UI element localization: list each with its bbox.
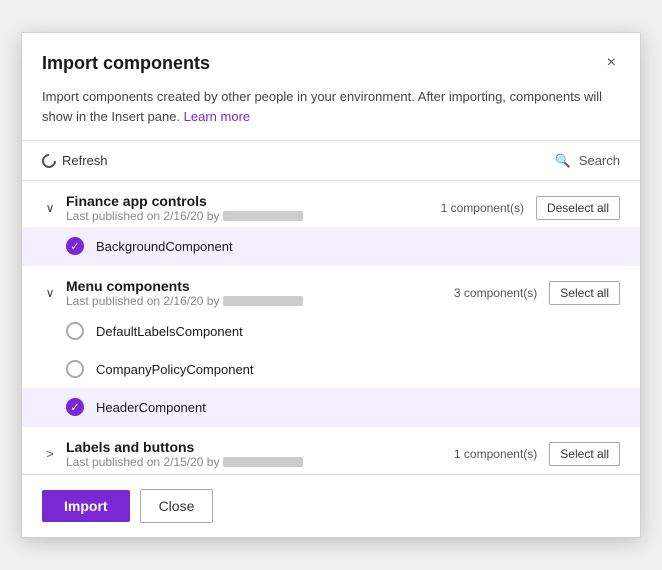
section-title-labels: Labels and buttons bbox=[66, 439, 446, 455]
chevron-menu[interactable]: ∨ bbox=[42, 286, 58, 300]
section-info-finance: Finance app controlsLast published on 2/… bbox=[66, 193, 433, 223]
section-actions-finance: 1 component(s) Deselect all bbox=[441, 196, 620, 220]
select-all-button-labels[interactable]: Select all bbox=[549, 442, 620, 466]
author-blurred bbox=[223, 457, 303, 467]
section-header-finance: ∨ Finance app controlsLast published on 2… bbox=[22, 181, 640, 227]
modal-description: Import components created by other peopl… bbox=[22, 87, 640, 140]
search-label: Search bbox=[579, 153, 620, 168]
component-item-companypolicycomponent[interactable]: CompanyPolicyComponent bbox=[22, 350, 640, 388]
modal-header: Import components × bbox=[22, 33, 640, 87]
component-name-headercomponent: HeaderComponent bbox=[96, 400, 206, 415]
refresh-label: Refresh bbox=[62, 153, 108, 168]
component-name-defaultlabelscomponent: DefaultLabelsComponent bbox=[96, 324, 243, 339]
section-actions-menu: 3 component(s) Select all bbox=[454, 281, 620, 305]
deselect-all-button-finance[interactable]: Deselect all bbox=[536, 196, 620, 220]
chevron-labels[interactable]: > bbox=[42, 447, 58, 461]
toolbar: Refresh 🔍 Search bbox=[22, 140, 640, 181]
section-menu: ∨ Menu componentsLast published on 2/16/2… bbox=[22, 266, 640, 427]
import-button[interactable]: Import bbox=[42, 490, 130, 522]
component-count-finance: 1 component(s) bbox=[441, 201, 524, 215]
checkbox-checked-icon: ✓ bbox=[66, 237, 84, 255]
select-all-button-menu[interactable]: Select all bbox=[549, 281, 620, 305]
chevron-finance[interactable]: ∨ bbox=[42, 201, 58, 215]
section-subtitle-menu: Last published on 2/16/20 by bbox=[66, 294, 446, 308]
section-actions-labels: 1 component(s) Select all bbox=[454, 442, 620, 466]
section-info-labels: Labels and buttonsLast published on 2/15… bbox=[66, 439, 446, 469]
component-count-labels: 1 component(s) bbox=[454, 447, 537, 461]
component-name-companypolicycomponent: CompanyPolicyComponent bbox=[96, 362, 254, 377]
checkbox-checked-icon: ✓ bbox=[66, 398, 84, 416]
component-name-backgroundcomponent: BackgroundComponent bbox=[96, 239, 233, 254]
import-components-modal: Import components × Import components cr… bbox=[21, 32, 641, 538]
content-area: ∨Finance app controlsLast published on 2… bbox=[22, 181, 640, 474]
section-subtitle-labels: Last published on 2/15/20 by bbox=[66, 455, 446, 469]
section-finance: ∨ Finance app controlsLast published on 2… bbox=[22, 181, 640, 266]
close-icon-button[interactable]: × bbox=[603, 51, 620, 75]
section-header-menu: ∨ Menu componentsLast published on 2/16/2… bbox=[22, 266, 640, 312]
component-item-headercomponent[interactable]: ✓ HeaderComponent bbox=[22, 388, 640, 426]
component-item-backgroundcomponent[interactable]: ✓ BackgroundComponent bbox=[22, 227, 640, 265]
search-icon: 🔍 bbox=[555, 153, 571, 169]
checkbox-unchecked-icon bbox=[66, 360, 84, 378]
search-section: 🔍 Search bbox=[555, 153, 620, 169]
section-subtitle-finance: Last published on 2/16/20 by bbox=[66, 209, 433, 223]
section-title-menu: Menu components bbox=[66, 278, 446, 294]
section-labels: > Labels and buttonsLast published on 2/1… bbox=[22, 427, 640, 474]
modal-title: Import components bbox=[42, 53, 210, 74]
component-item-defaultlabelscomponent[interactable]: DefaultLabelsComponent bbox=[22, 312, 640, 350]
refresh-button[interactable]: Refresh bbox=[42, 149, 108, 172]
section-info-menu: Menu componentsLast published on 2/16/20… bbox=[66, 278, 446, 308]
component-count-menu: 3 component(s) bbox=[454, 286, 537, 300]
close-footer-button[interactable]: Close bbox=[140, 489, 214, 523]
section-header-labels: > Labels and buttonsLast published on 2/1… bbox=[22, 427, 640, 473]
learn-more-link[interactable]: Learn more bbox=[184, 109, 250, 124]
author-blurred bbox=[223, 211, 303, 221]
refresh-icon bbox=[39, 151, 59, 171]
author-blurred bbox=[223, 296, 303, 306]
section-title-finance: Finance app controls bbox=[66, 193, 433, 209]
description-text: Import components created by other peopl… bbox=[42, 89, 602, 124]
checkbox-unchecked-icon bbox=[66, 322, 84, 340]
modal-footer: Import Close bbox=[22, 474, 640, 537]
modal-overlay: Import components × Import components cr… bbox=[0, 0, 662, 570]
